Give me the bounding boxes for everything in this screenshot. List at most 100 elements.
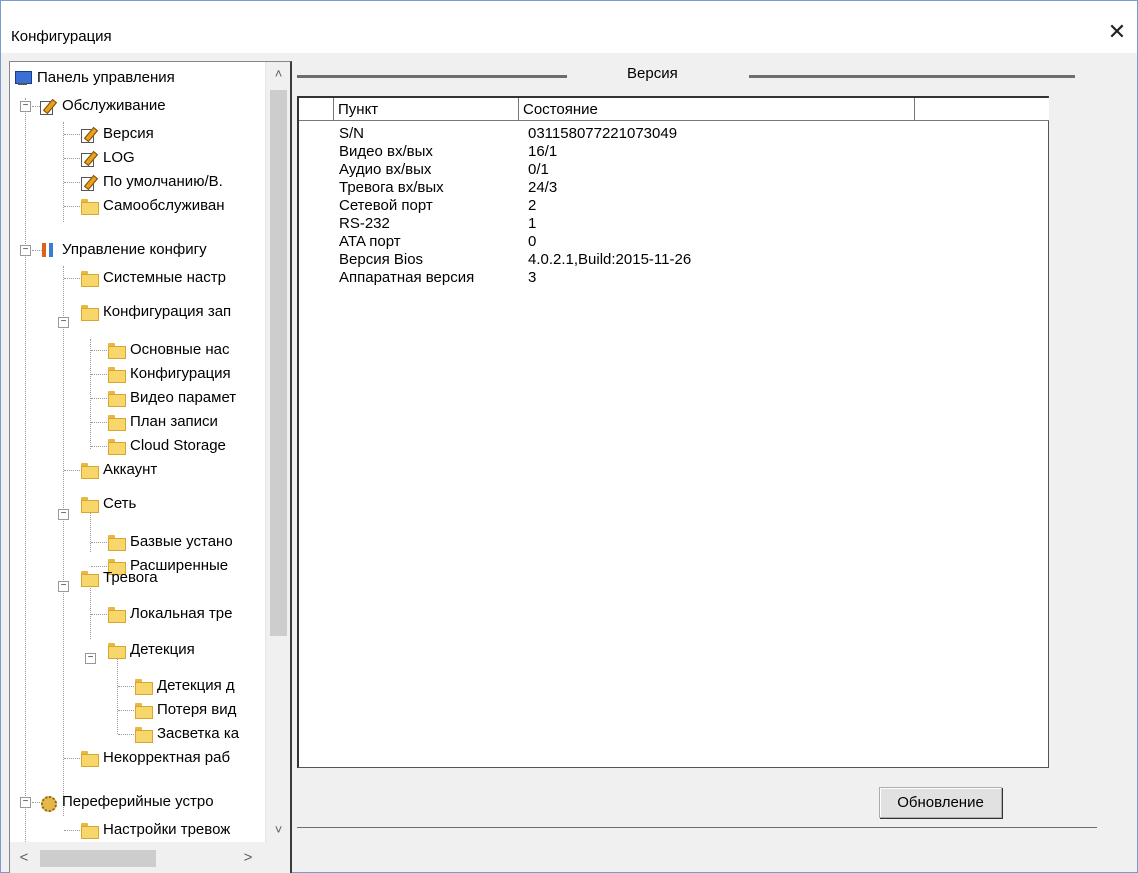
- scroll-down-icon[interactable]: ˅: [266, 818, 290, 842]
- cell-value: 0: [528, 233, 537, 250]
- cell-item: Видео вх/вых: [339, 143, 433, 160]
- config-window: Конфигурация ✕ − − − − − − − Панель упра…: [0, 0, 1138, 873]
- expand-toggle-icon[interactable]: −: [20, 797, 31, 808]
- tree-item-label: Детекция: [130, 641, 195, 658]
- tree-item-motion-detection[interactable]: Детекция д: [134, 675, 236, 699]
- folder-icon: [107, 390, 126, 407]
- cell-item: Аппаратная версия: [339, 269, 475, 286]
- column-header-item[interactable]: Пункт: [334, 98, 519, 121]
- cell-value: 2: [528, 197, 537, 214]
- tree-item-label: Самообслуживан: [103, 197, 225, 214]
- tree-item-label: План записи: [130, 413, 218, 430]
- tree-item-record-config[interactable]: Конфигурация зап: [80, 301, 232, 325]
- group-border-right: [749, 75, 1075, 78]
- tree-item-defaults[interactable]: По умолчанию/В.: [80, 171, 224, 195]
- tree-item-label: Локальная тре: [130, 605, 233, 622]
- tree-item-label: Системные настр: [103, 269, 226, 286]
- tree-item-camera-blind[interactable]: Засветка ка: [134, 723, 240, 747]
- folder-icon: [80, 198, 99, 215]
- window-title: Конфигурация: [11, 28, 112, 45]
- tree-item-basic-settings[interactable]: Основные нас: [107, 339, 230, 363]
- folder-icon: [80, 570, 99, 587]
- tree-item-label: Основные нас: [130, 341, 230, 358]
- folder-icon: [134, 678, 153, 695]
- tree-item-label: Детекция д: [157, 677, 235, 694]
- cell-value: 0/1: [528, 161, 549, 178]
- expand-toggle-icon[interactable]: −: [58, 509, 69, 520]
- tree-line: [117, 652, 118, 734]
- tree-item-account[interactable]: Аккаунт: [80, 459, 158, 483]
- scrollbar-thumb[interactable]: [270, 90, 287, 636]
- edit-icon: [80, 126, 98, 143]
- expand-toggle-icon[interactable]: −: [58, 317, 69, 328]
- cell-item: Сетевой порт: [339, 197, 433, 214]
- expand-toggle-icon[interactable]: −: [58, 581, 69, 592]
- tree-item-label: Сеть: [103, 495, 137, 512]
- expand-toggle-icon[interactable]: −: [20, 101, 31, 112]
- scroll-right-icon[interactable]: >: [236, 846, 260, 870]
- tree-item-label: Обслуживание: [62, 97, 166, 114]
- tree-item-local-alarm[interactable]: Локальная тре: [107, 603, 233, 627]
- tree-vertical-scrollbar[interactable]: ˄ ˅: [265, 62, 290, 842]
- tree-item-detection[interactable]: Детекция: [107, 639, 196, 663]
- folder-icon: [107, 342, 126, 359]
- tree-item-video-params[interactable]: Видео парамет: [107, 387, 237, 411]
- tree-item-label: Засветка ка: [157, 725, 240, 742]
- tree-item-record-plan[interactable]: План записи: [107, 411, 219, 435]
- refresh-button[interactable]: Обновление: [879, 787, 1002, 818]
- tree-item-label: Конфигурация: [130, 365, 231, 382]
- expand-toggle-icon[interactable]: −: [20, 245, 31, 256]
- scroll-up-icon[interactable]: ˄: [266, 62, 290, 86]
- tree-line: [63, 122, 64, 222]
- cell-item: ATA порт: [339, 233, 401, 250]
- tree-item-network[interactable]: Сеть: [80, 493, 137, 517]
- edit-icon: [80, 174, 98, 191]
- tree-item-version[interactable]: Версия: [80, 123, 155, 147]
- expand-toggle-icon[interactable]: −: [85, 653, 96, 664]
- folder-icon: [80, 462, 99, 479]
- scrollbar-corner: [265, 842, 290, 873]
- cell-item: S/N: [339, 125, 365, 142]
- tree-item-alarm[interactable]: Тревога: [80, 567, 159, 591]
- close-icon[interactable]: ✕: [1105, 21, 1129, 45]
- tree-item-cloud-storage[interactable]: Cloud Storage: [107, 435, 227, 459]
- tree-item-configuration[interactable]: Конфигурация: [107, 363, 232, 387]
- tree-item-label: Cloud Storage: [130, 437, 226, 454]
- column-header-empty[interactable]: [299, 98, 334, 121]
- folder-icon: [80, 304, 99, 321]
- tree-item-label: Версия: [103, 125, 154, 142]
- column-header-extra[interactable]: [915, 98, 1049, 121]
- scroll-left-icon[interactable]: <: [12, 846, 36, 870]
- folder-icon: [134, 726, 153, 743]
- bottom-separator: [297, 827, 1097, 828]
- tree-item-abnormal[interactable]: Некорректная раб: [80, 747, 231, 771]
- tree-horizontal-scrollbar[interactable]: < >: [10, 842, 265, 873]
- tree-item-label: LOG: [103, 149, 135, 166]
- tree-item-config-management[interactable]: Управление конфигу: [39, 239, 208, 263]
- tree-item-label: По умолчанию/В.: [103, 173, 223, 190]
- column-header-state[interactable]: Состояние: [519, 98, 915, 121]
- edit-icon: [39, 98, 57, 115]
- cell-value: 3: [528, 269, 537, 286]
- folder-icon: [80, 822, 99, 839]
- tree-item-video-loss[interactable]: Потеря вид: [134, 699, 237, 723]
- table-header: Пункт Состояние: [299, 98, 1049, 121]
- tree-item-system-settings[interactable]: Системные настр: [80, 267, 227, 291]
- tree-item-basic-network[interactable]: Базвые устано: [107, 531, 234, 555]
- cell-value: 16/1: [528, 143, 558, 160]
- tree-line: [90, 339, 91, 449]
- tree-item-peripherals[interactable]: Переферийные устро: [39, 791, 215, 815]
- folder-icon: [107, 438, 126, 455]
- tree-item-label: Потеря вид: [157, 701, 237, 718]
- folder-icon: [107, 606, 126, 623]
- tree-item-self-service[interactable]: Самообслуживан: [80, 195, 226, 219]
- tree-item-maintenance[interactable]: Обслуживание: [39, 95, 167, 119]
- group-border-left: [297, 75, 567, 78]
- folder-icon: [80, 750, 99, 767]
- tree-item-log[interactable]: LOG: [80, 147, 136, 171]
- tree-item-label: Настройки тревож: [103, 821, 231, 838]
- tree-item-control-panel[interactable]: Панель управления: [14, 67, 176, 91]
- scrollbar-thumb[interactable]: [40, 850, 156, 867]
- tree-item-alarm-settings[interactable]: Настройки тревож: [80, 819, 231, 842]
- tree-item-label: Тревога: [103, 569, 158, 586]
